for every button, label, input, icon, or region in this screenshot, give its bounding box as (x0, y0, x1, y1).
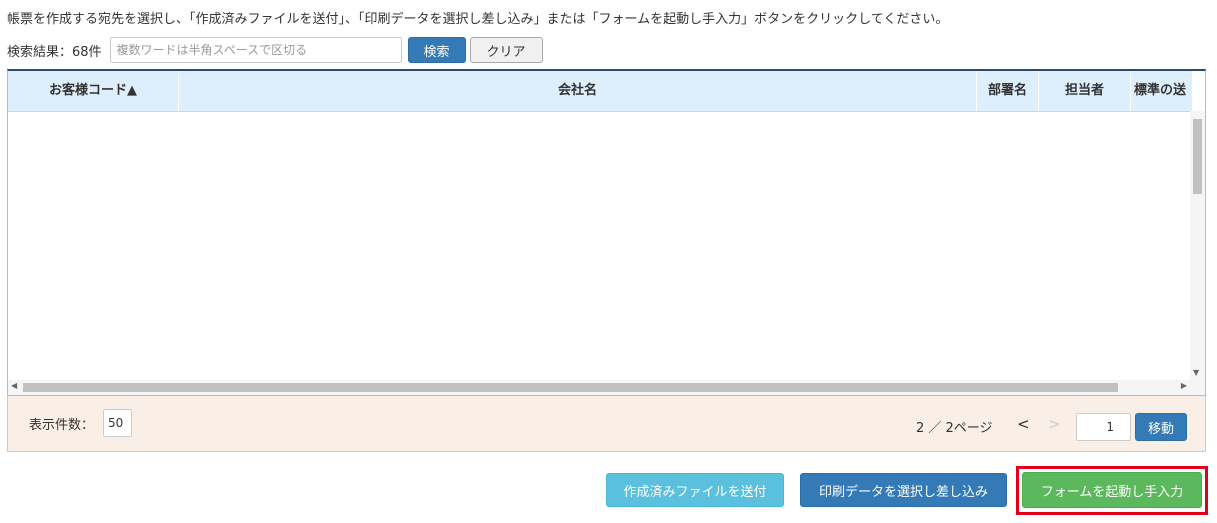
table-header: お客様コード▲ 会社名 部署名 担当者 標準の送 (8, 71, 1192, 112)
clear-button[interactable]: クリア (469, 37, 543, 63)
column-header-contact-person[interactable]: 担当者 (1039, 71, 1131, 111)
manual-form-button[interactable]: フォームを起動し手入力 (1022, 472, 1202, 508)
instruction-text: 帳票を作成する宛先を選択し、「作成済みファイルを送付」、「印刷データを選択し差し… (7, 12, 949, 27)
result-count: 検索結果：68件 (7, 44, 102, 60)
next-page-link: > (1048, 415, 1061, 433)
vertical-scroll-thumb[interactable] (1193, 119, 1202, 194)
table-body (8, 111, 1192, 381)
search-input[interactable] (109, 37, 402, 63)
scroll-left-icon[interactable]: ◀ (11, 381, 17, 390)
results-table: お客様コード▲ 会社名 部署名 担当者 標準の送 ▼ ◀ ▶ (7, 69, 1206, 396)
scroll-right-icon[interactable]: ▶ (1181, 381, 1187, 390)
column-header-customer-code[interactable]: お客様コード▲ (8, 71, 179, 111)
per-page-label: 表示件数： (29, 418, 95, 433)
pagination-bar: 表示件数： 2 ／ 2ページ < > 移動 (7, 396, 1206, 452)
column-header-company-name[interactable]: 会社名 (179, 71, 977, 111)
vertical-scrollbar[interactable]: ▼ (1190, 111, 1205, 381)
search-button[interactable]: 検索 (407, 37, 466, 63)
move-button[interactable]: 移動 (1135, 413, 1187, 441)
page-number-input[interactable] (1076, 413, 1131, 441)
merge-print-data-button[interactable]: 印刷データを選択し差し込み (800, 473, 1007, 507)
horizontal-scrollbar[interactable]: ◀ ▶ (8, 380, 1205, 395)
column-header-standard[interactable]: 標準の送 (1131, 71, 1192, 111)
send-created-file-button[interactable]: 作成済みファイルを送付 (606, 473, 784, 507)
per-page-input[interactable] (103, 409, 132, 437)
column-header-department[interactable]: 部署名 (977, 71, 1039, 111)
prev-page-link[interactable]: < (1017, 415, 1030, 433)
search-bar: 検索結果：68件 検索 クリア (7, 36, 543, 64)
scroll-down-icon[interactable]: ▼ (1193, 368, 1199, 377)
horizontal-scroll-thumb[interactable] (23, 383, 1118, 392)
page-info: 2 ／ 2ページ (916, 421, 993, 436)
